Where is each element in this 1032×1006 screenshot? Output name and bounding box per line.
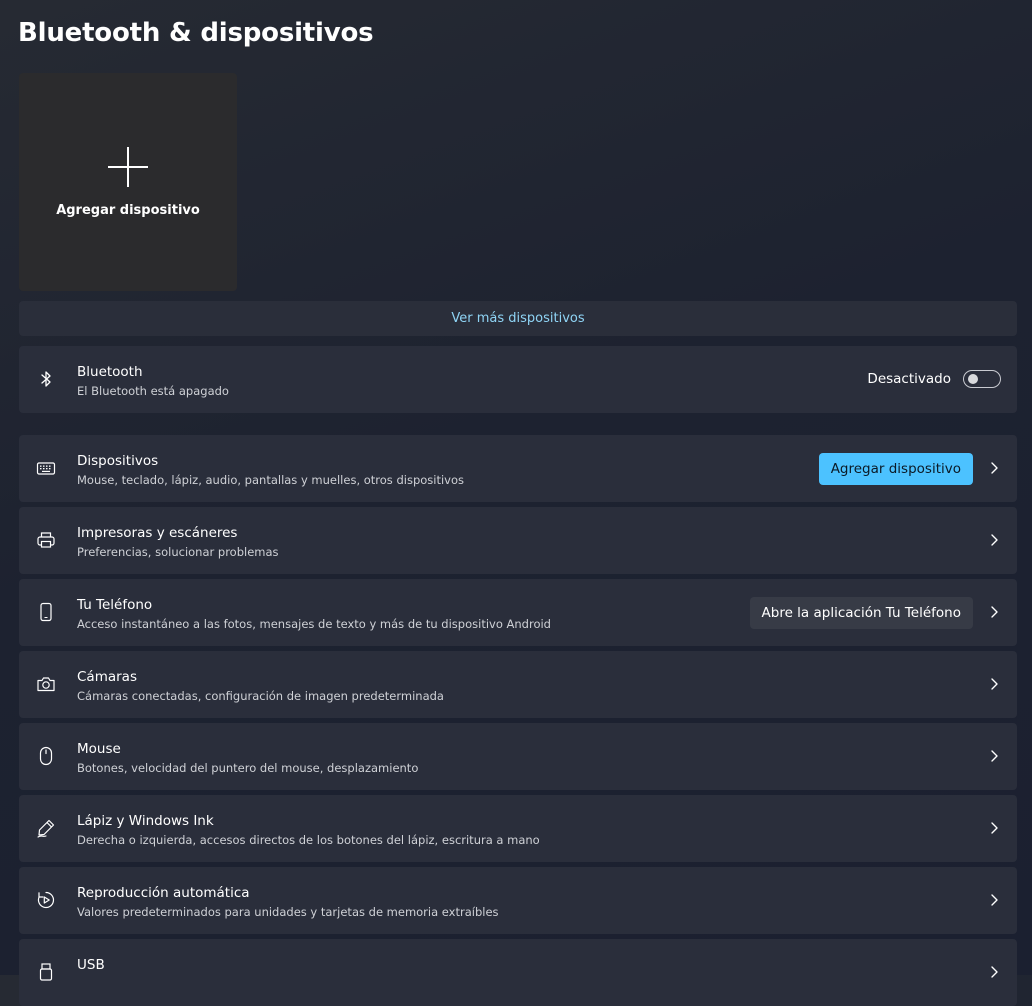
page-title: Bluetooth & dispositivos [18, 18, 374, 48]
chevron-right-icon [989, 532, 999, 548]
autoplay-icon [36, 890, 56, 910]
usb-row[interactable]: USB [19, 939, 1017, 1006]
view-more-devices-bar[interactable]: Ver más dispositivos [19, 301, 1017, 336]
bluetooth-toggle-group: Desactivado [867, 370, 1001, 388]
bluetooth-title: Bluetooth [77, 364, 143, 380]
chevron-right-icon [989, 460, 999, 476]
devices-subtitle: Mouse, teclado, lápiz, audio, pantallas … [77, 473, 465, 487]
bluetooth-toggle[interactable] [963, 370, 1001, 388]
bluetooth-icon [36, 369, 56, 389]
pen-icon [36, 818, 56, 838]
keyboard-icon [36, 458, 56, 478]
pen-row[interactable]: Lápiz y Windows Ink Derecha o izquierda,… [19, 795, 1017, 862]
pen-subtitle: Derecha o izquierda, accesos directos de… [77, 833, 540, 847]
chevron-right-icon [989, 964, 999, 980]
camera-icon [36, 674, 56, 694]
open-phone-app-button[interactable]: Abre la aplicación Tu Teléfono [749, 597, 973, 629]
printers-title: Impresoras y escáneres [77, 525, 238, 541]
pen-title: Lápiz y Windows Ink [77, 813, 214, 829]
autoplay-title: Reproducción automática [77, 885, 250, 901]
chevron-right-icon [989, 892, 999, 908]
add-device-tile-label: Agregar dispositivo [56, 203, 200, 218]
bluetooth-subtitle: El Bluetooth está apagado [77, 384, 229, 398]
mouse-title: Mouse [77, 741, 121, 757]
add-device-tile[interactable]: Agregar dispositivo [19, 73, 237, 291]
bluetooth-row: Bluetooth El Bluetooth está apagado Desa… [19, 346, 1017, 413]
chevron-right-icon [989, 820, 999, 836]
cameras-subtitle: Cámaras conectadas, configuración de ima… [77, 689, 444, 703]
phone-icon [36, 602, 56, 622]
devices-row[interactable]: Dispositivos Mouse, teclado, lápiz, audi… [19, 435, 1017, 502]
phone-row[interactable]: Tu Teléfono Acceso instantáneo a las fot… [19, 579, 1017, 646]
autoplay-row[interactable]: Reproducción automática Valores predeter… [19, 867, 1017, 934]
chevron-right-icon [989, 748, 999, 764]
mouse-icon [36, 746, 56, 766]
usb-icon [36, 962, 56, 982]
mouse-row[interactable]: Mouse Botones, velocidad del puntero del… [19, 723, 1017, 790]
mouse-subtitle: Botones, velocidad del puntero del mouse… [77, 761, 419, 775]
autoplay-subtitle: Valores predeterminados para unidades y … [77, 905, 499, 919]
bluetooth-toggle-label: Desactivado [867, 371, 951, 387]
view-more-devices-link[interactable]: Ver más dispositivos [451, 311, 584, 326]
chevron-right-icon [989, 604, 999, 620]
phone-title: Tu Teléfono [77, 597, 153, 613]
phone-subtitle: Acceso instantáneo a las fotos, mensajes… [77, 617, 551, 631]
chevron-right-icon [989, 676, 999, 692]
printers-subtitle: Preferencias, solucionar problemas [77, 545, 279, 559]
printers-row[interactable]: Impresoras y escáneres Preferencias, sol… [19, 507, 1017, 574]
devices-title: Dispositivos [77, 453, 159, 469]
printer-icon [36, 530, 56, 550]
cameras-title: Cámaras [77, 669, 137, 685]
usb-title: USB [77, 957, 105, 973]
add-device-button[interactable]: Agregar dispositivo [818, 453, 973, 485]
cameras-row[interactable]: Cámaras Cámaras conectadas, configuració… [19, 651, 1017, 718]
plus-icon [108, 147, 148, 187]
